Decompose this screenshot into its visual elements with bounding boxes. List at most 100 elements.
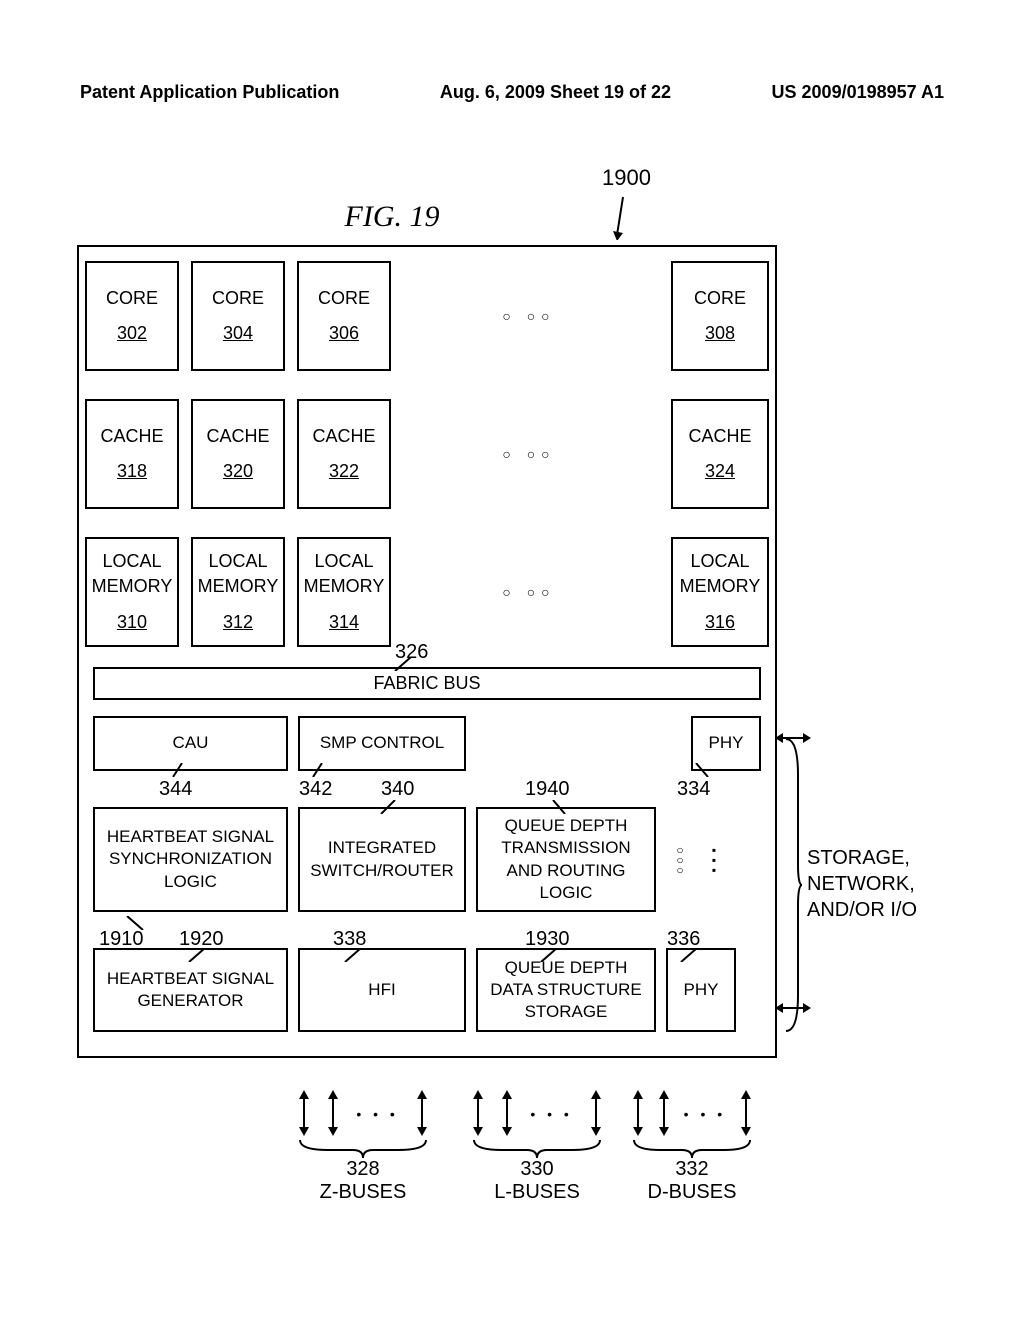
mem-label: LOCAL MEMORY (193, 549, 283, 599)
hfi-label: HFI (304, 979, 460, 1001)
cau-label: CAU (99, 732, 282, 754)
figure-title: FIG. 19 (292, 200, 492, 234)
lead-line-icon (539, 948, 561, 962)
reference-arrow-icon (613, 195, 633, 240)
mem-ref: 314 (299, 610, 389, 635)
core-ref: 306 (299, 321, 389, 346)
double-vert-arrow-icon (298, 1090, 310, 1136)
cache-block: CACHE 324 (671, 399, 769, 509)
hb-sync-ref: 1910 (99, 928, 144, 951)
ellipsis-icon: ○ ○○ (397, 247, 661, 385)
fabric-label: FABRIC BUS (373, 673, 480, 693)
smp-label: SMP CONTROL (304, 732, 460, 754)
row-caches: CACHE 318 CACHE 320 CACHE 322 ○ ○○ CACHE… (79, 385, 775, 523)
bus-ref: 328 (298, 1158, 428, 1181)
core-label: CORE (299, 286, 389, 311)
curly-brace-icon (632, 1138, 752, 1158)
cache-label: CACHE (87, 424, 177, 449)
localmem-block: LOCAL MEMORY 314 (297, 537, 391, 647)
vertical-ellipsis-icon: ○○○ (666, 807, 694, 912)
vertical-ellipsis-icon: ▪▪▪ (704, 807, 724, 912)
double-vert-arrow-icon (658, 1090, 670, 1136)
curly-brace-icon (298, 1138, 428, 1158)
lead-line-icon (694, 763, 716, 777)
bus-label: Z-BUSES (298, 1181, 428, 1204)
ellipsis-icon: ○ ○○ (397, 523, 661, 661)
phy-lower-block: PHY (666, 948, 736, 1032)
lead-line-icon (311, 763, 333, 777)
fabric-bus-block: 326 FABRIC BUS (93, 667, 761, 700)
header-left: Patent Application Publication (80, 82, 339, 103)
localmem-block: LOCAL MEMORY 312 (191, 537, 285, 647)
lead-line-icon (125, 916, 147, 930)
bus-label: D-BUSES (632, 1181, 752, 1204)
double-vert-arrow-icon (472, 1090, 484, 1136)
header-right: US 2009/0198957 A1 (772, 82, 944, 103)
mem-ref: 316 (673, 610, 767, 635)
double-vert-arrow-icon (740, 1090, 752, 1136)
phy-label: PHY (697, 732, 755, 754)
mem-label: LOCAL MEMORY (673, 549, 767, 599)
bus-group-z: • • • 328 Z-BUSES (298, 1090, 428, 1204)
isr-block: INTEGRATED SWITCH/ROUTER (298, 807, 466, 912)
mem-label: LOCAL MEMORY (87, 549, 177, 599)
qdtr-block: QUEUE DEPTH TRANSMISSION AND ROUTING LOG… (476, 807, 656, 912)
cache-label: CACHE (193, 424, 283, 449)
hfi-block: HFI (298, 948, 466, 1032)
block-diagram: CORE 302 CORE 304 CORE 306 ○ ○○ CORE 308 (77, 245, 777, 1058)
isr-label: INTEGRATED SWITCH/ROUTER (304, 837, 460, 881)
ellipsis-icon: • • • (684, 1106, 726, 1122)
double-vert-arrow-icon (590, 1090, 602, 1136)
mem-label: LOCAL MEMORY (299, 549, 389, 599)
hb-sync-block: HEARTBEAT SIGNAL SYNCHRONIZATION LOGIC (93, 807, 288, 912)
bus-group-d: • • • 332 D-BUSES (632, 1090, 752, 1204)
cache-ref: 318 (87, 459, 177, 484)
isr-ref-upper: 340 (381, 778, 414, 801)
core-block: CORE 306 (297, 261, 391, 371)
core-block: CORE 308 (671, 261, 769, 371)
brace-icon (782, 735, 802, 1035)
lead-line-icon (171, 763, 193, 777)
lead-line-icon (187, 948, 209, 962)
qdds-block: QUEUE DEPTH DATA STRUCTURE STORAGE (476, 948, 656, 1032)
core-block: CORE 302 (85, 261, 179, 371)
mem-ref: 312 (193, 610, 283, 635)
lead-line-icon (379, 800, 401, 814)
core-label: CORE (87, 286, 177, 311)
cache-ref: 320 (193, 459, 283, 484)
core-ref: 304 (193, 321, 283, 346)
bus-ref: 330 (472, 1158, 602, 1181)
bus-ref: 332 (632, 1158, 752, 1181)
phy-lower-label: PHY (672, 979, 730, 1001)
lower-row-1: CAU SMP CONTROL PHY (93, 716, 761, 771)
overall-reference: 1900 (602, 165, 651, 191)
right-io-label: STORAGE, NETWORK, AND/OR I/O (807, 845, 962, 923)
cache-label: CACHE (673, 424, 767, 449)
bus-label: L-BUSES (472, 1181, 602, 1204)
qdtr-ref-upper: 1940 (525, 778, 570, 801)
lead-line-icon (679, 948, 701, 962)
cache-ref: 324 (673, 459, 767, 484)
localmem-block: LOCAL MEMORY 316 (671, 537, 769, 647)
lead-line-icon (547, 800, 569, 814)
core-block: CORE 304 (191, 261, 285, 371)
lead-line-icon (343, 948, 365, 962)
core-label: CORE (193, 286, 283, 311)
cache-ref: 322 (299, 459, 389, 484)
bus-group-l: • • • 330 L-BUSES (472, 1090, 602, 1204)
cache-label: CACHE (299, 424, 389, 449)
smp-ref: 342 (299, 778, 332, 801)
ellipsis-icon: ○ ○○ (397, 385, 661, 523)
qdds-label: QUEUE DEPTH DATA STRUCTURE STORAGE (482, 957, 650, 1023)
hb-gen-label: HEARTBEAT SIGNAL GENERATOR (99, 968, 282, 1012)
core-ref: 302 (87, 321, 177, 346)
header-center: Aug. 6, 2009 Sheet 19 of 22 (440, 82, 671, 103)
double-vert-arrow-icon (501, 1090, 513, 1136)
ellipsis-icon: • • • (356, 1106, 398, 1122)
qdtr-label: QUEUE DEPTH TRANSMISSION AND ROUTING LOG… (482, 815, 650, 903)
core-ref: 308 (673, 321, 767, 346)
hb-sync-label: HEARTBEAT SIGNAL SYNCHRONIZATION LOGIC (99, 826, 282, 892)
cache-block: CACHE 322 (297, 399, 391, 509)
cache-block: CACHE 320 (191, 399, 285, 509)
double-vert-arrow-icon (632, 1090, 644, 1136)
